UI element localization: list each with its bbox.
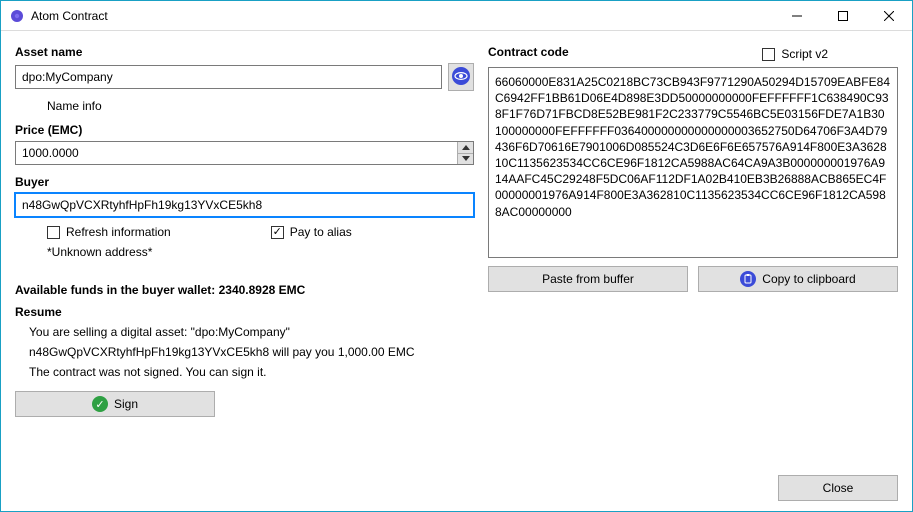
resume-label: Resume [15,305,474,319]
pay-to-alias-label: Pay to alias [290,225,352,239]
copy-to-clipboard-button[interactable]: Copy to clipboard [698,266,898,292]
buyer-input[interactable] [15,193,474,217]
titlebar: Atom Contract [1,1,912,31]
resume-line: The contract was not signed. You can sig… [29,365,474,379]
resume-line: You are selling a digital asset: "dpo:My… [29,325,474,339]
window-title: Atom Contract [31,9,108,23]
price-label: Price (EMC) [15,123,474,137]
maximize-button[interactable] [820,1,866,30]
checkbox-icon [47,226,60,239]
minimize-button[interactable] [774,1,820,30]
close-button-label: Close [823,481,854,495]
view-asset-button[interactable] [448,63,474,91]
price-step-up[interactable] [457,142,473,153]
clipboard-icon [740,271,756,287]
sign-button[interactable]: ✓ Sign [15,391,215,417]
refresh-information-checkbox[interactable]: Refresh information [47,225,171,239]
checkbox-icon [762,48,775,61]
contract-code-textarea[interactable]: 66060000E831A25C0218BC73CB943F9771290A50… [488,67,898,258]
name-info-label: Name info [15,99,474,113]
checkbox-icon [271,226,284,239]
price-step-down[interactable] [457,153,473,165]
asset-name-input[interactable] [15,65,442,89]
asset-name-label: Asset name [15,45,474,59]
window-controls [774,1,912,30]
eye-icon [451,66,471,89]
close-window-button[interactable] [866,1,912,30]
resume-line: n48GwQpVCXRtyhfHpFh19kg13YVxCE5kh8 will … [29,345,474,359]
close-button[interactable]: Close [778,475,898,501]
check-icon: ✓ [92,396,108,412]
pay-to-alias-checkbox[interactable]: Pay to alias [271,225,352,239]
available-funds-text: Available funds in the buyer wallet: 234… [15,283,474,297]
app-icon [9,8,25,24]
script-v2-checkbox[interactable]: Script v2 [762,47,828,61]
paste-from-buffer-button[interactable]: Paste from buffer [488,266,688,292]
paste-button-label: Paste from buffer [542,272,634,286]
buyer-label: Buyer [15,175,474,189]
contract-code-label: Contract code [488,45,569,59]
price-input[interactable] [15,141,474,165]
app-window: Atom Contract Asset name Name info Price… [0,0,913,512]
copy-button-label: Copy to clipboard [762,272,855,286]
unknown-address-text: *Unknown address* [15,245,474,259]
sign-button-label: Sign [114,397,138,411]
refresh-info-label: Refresh information [66,225,171,239]
script-v2-label: Script v2 [781,47,828,61]
